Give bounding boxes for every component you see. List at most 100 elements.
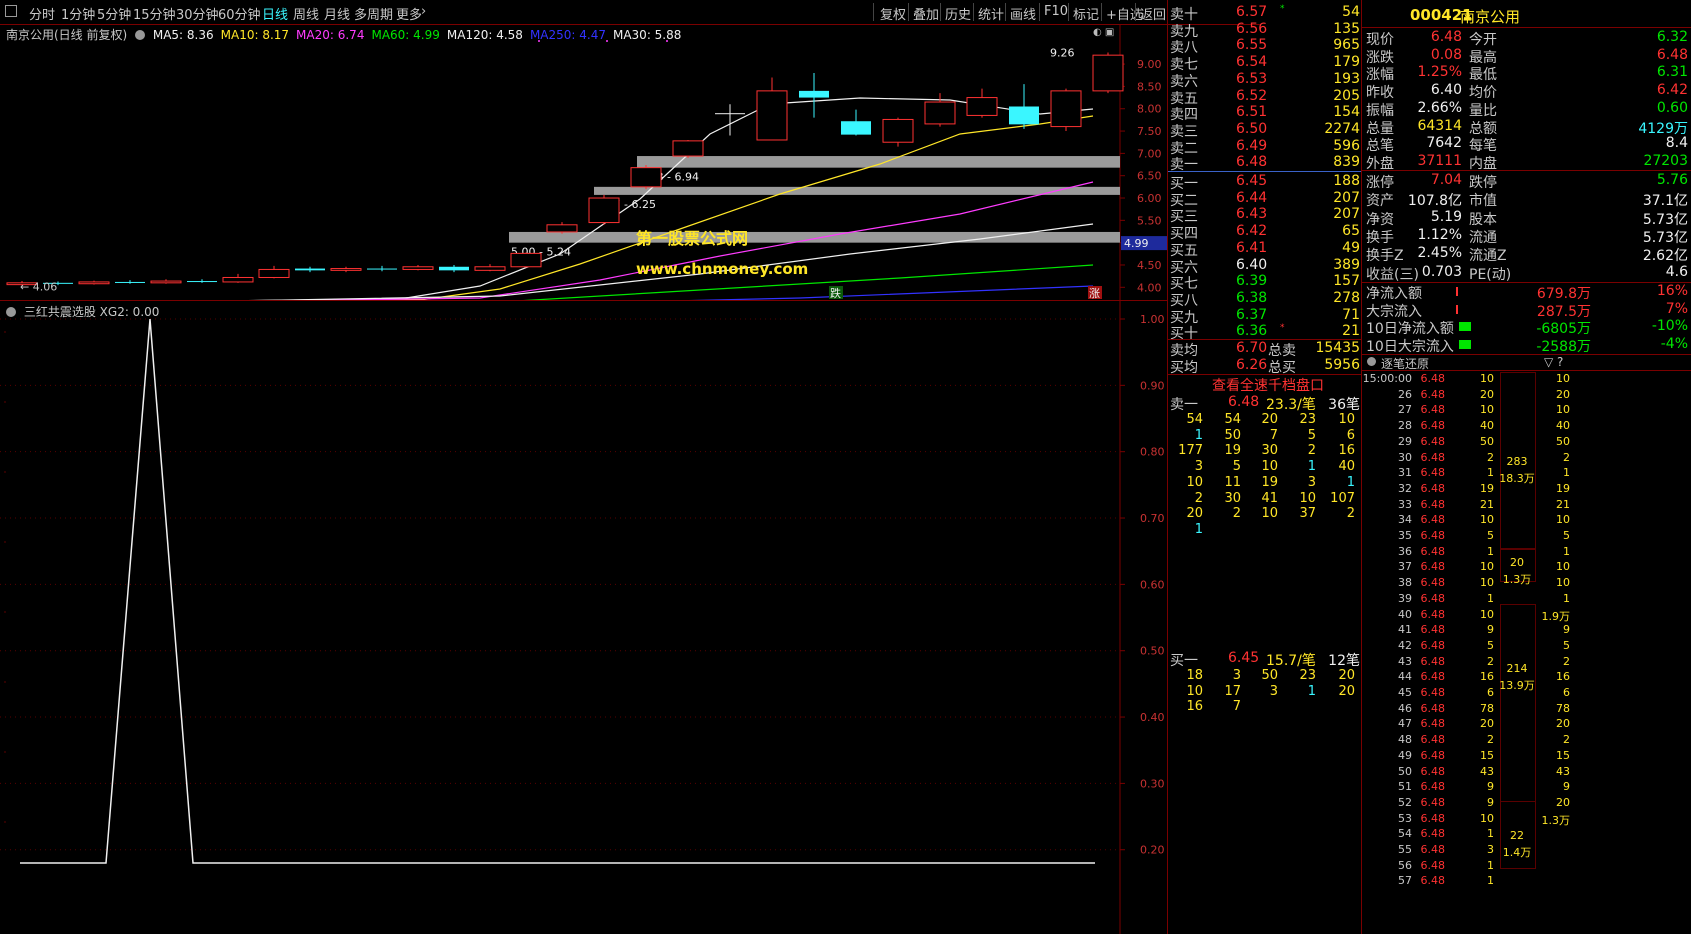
tick-col2-value: 1 xyxy=(1563,466,1570,480)
level-price: 6.38 xyxy=(1236,289,1268,306)
tick-row: 38 6.48 10 xyxy=(1398,576,1494,590)
price-axis-label: 4.00 xyxy=(1137,281,1162,294)
tick-row: 41 6.48 9 xyxy=(1398,623,1494,637)
queue-volume: 23 xyxy=(1299,412,1316,427)
tick-col2-value: 40 xyxy=(1556,419,1570,433)
level-price: 6.37 xyxy=(1236,306,1268,323)
chart-window-buttons[interactable]: ◐ ▣ xyxy=(1093,27,1114,38)
bid-row[interactable]: 买六 6.40 389 xyxy=(1170,256,1360,276)
toolbar-action-button[interactable]: F10 xyxy=(1044,4,1068,19)
toolbar-action-button[interactable]: 返回 xyxy=(1140,4,1166,23)
tick-row: 48 6.48 2 xyxy=(1398,733,1494,747)
ask-row[interactable]: 卖四 6.51 154 xyxy=(1170,104,1360,123)
queue-volume: 2 xyxy=(1232,506,1241,522)
ask-row[interactable]: 卖十 6.57 * 54 xyxy=(1170,4,1360,23)
tick-row: 27 6.48 10 xyxy=(1398,403,1494,417)
period-tab[interactable]: 分时 xyxy=(29,4,55,23)
indicator-toggle-icon[interactable] xyxy=(6,307,16,317)
period-tab[interactable]: 多周期 xyxy=(354,4,393,23)
ask-row[interactable]: 卖九 6.56 135 xyxy=(1170,21,1360,40)
filter-icon[interactable]: ▽ ? xyxy=(1544,355,1563,369)
tick-row: 33 6.48 21 xyxy=(1398,497,1494,511)
period-tab[interactable]: 15分钟 xyxy=(133,4,176,23)
tick-group-amount: 18.3万 xyxy=(1499,472,1535,485)
tick-row: 49 6.48 15 xyxy=(1398,748,1494,762)
toolbar-action-button[interactable]: +自选 xyxy=(1106,4,1143,23)
period-tab[interactable]: 30分钟 xyxy=(176,4,219,23)
level-price: 6.42 xyxy=(1236,223,1268,240)
period-tab[interactable]: 60分钟 xyxy=(218,4,261,23)
period-tab[interactable]: 日线 xyxy=(262,4,288,23)
panel-toggle-icon[interactable] xyxy=(5,5,17,17)
bid-row[interactable]: 买五 6.41 49 xyxy=(1170,240,1360,259)
bid-row[interactable]: 买九 6.37 71 xyxy=(1170,306,1360,326)
bid-row[interactable]: 买四 6.42 65 xyxy=(1170,223,1360,242)
ask-row[interactable]: 卖三 6.50 2274 xyxy=(1170,121,1360,140)
toolbar-action-button[interactable]: 复权 xyxy=(880,4,906,23)
bid-row[interactable]: 买八 6.38 278 xyxy=(1170,289,1360,309)
toolbar-action-button[interactable]: 画线 xyxy=(1010,4,1036,23)
full-depth-link[interactable]: 查看全速千档盘口 xyxy=(1212,375,1324,395)
quote-row: 涨跌 0.08 最高 6.48 xyxy=(1366,46,1688,66)
period-tab[interactable]: 月线 xyxy=(324,4,350,23)
ask-row[interactable]: 卖八 6.55 965 xyxy=(1170,37,1360,56)
buy1-queue-header: 买一 6.45 15.7/笔 12笔 xyxy=(1170,650,1360,669)
period-tab[interactable]: 5分钟 xyxy=(97,4,131,23)
bid-row[interactable]: 买十 6.36 * 21 xyxy=(1170,323,1360,342)
level-price: 6.53 xyxy=(1236,70,1268,87)
queue-volume: 10 xyxy=(1299,490,1316,506)
queue-volume: 20 xyxy=(1186,506,1203,522)
queue-volume: 37 xyxy=(1299,506,1316,522)
level-volume: 389 xyxy=(1333,256,1360,273)
toolbar-action-button[interactable]: 历史 xyxy=(945,4,971,23)
bid-row[interactable]: 买二 6.44 207 xyxy=(1170,190,1360,209)
candle-body xyxy=(150,280,182,284)
bid-row[interactable]: 买七 6.39 157 xyxy=(1170,273,1360,292)
indicator-axis-label: 0.40 xyxy=(1140,711,1165,724)
ask-row[interactable]: 卖一 6.48 839 xyxy=(1170,154,1360,173)
ask-row[interactable]: 卖六 6.53 193 xyxy=(1170,70,1360,90)
candle-body xyxy=(367,268,397,270)
tick-row: 31 6.48 1 xyxy=(1398,466,1494,480)
period-tab[interactable]: 1分钟 xyxy=(61,4,95,23)
queue-volume: 10 xyxy=(1186,474,1203,490)
period-tab[interactable]: 更多 xyxy=(396,4,422,23)
chevron-right-icon[interactable]: › xyxy=(421,4,426,19)
ask-row[interactable]: 卖五 6.52 205 xyxy=(1170,87,1360,107)
candle-body xyxy=(1009,106,1039,125)
period-tab[interactable]: 周线 xyxy=(293,4,319,23)
tick-row: 56 6.48 1 xyxy=(1398,858,1494,872)
watermark-url: www.chnmoney.com xyxy=(636,260,808,278)
queue-volume: 20 xyxy=(1261,412,1278,427)
flow-bar xyxy=(1456,304,1458,314)
queue-volume: 16 xyxy=(1338,443,1355,459)
level-volume: 965 xyxy=(1333,37,1360,54)
tick-col2-value: 6 xyxy=(1563,686,1570,699)
toolbar-action-button[interactable]: 统计 xyxy=(978,4,1004,23)
candle-body xyxy=(258,268,290,278)
bid-row[interactable]: 买三 6.43 207 xyxy=(1170,206,1360,225)
level-volume: 193 xyxy=(1333,70,1360,87)
toolbar-action-button[interactable]: 叠加 xyxy=(913,4,939,23)
ask-row[interactable]: 卖七 6.54 179 xyxy=(1170,54,1360,73)
bid-row[interactable]: 买一 6.45 188 xyxy=(1170,173,1360,192)
ma-legend-item: MA60: 4.99 xyxy=(371,28,440,42)
price-axis-label: 7.50 xyxy=(1137,125,1162,138)
indicator-axis-label: 0.90 xyxy=(1140,379,1165,392)
tick-toggle-icon[interactable] xyxy=(1367,357,1376,366)
tick-group-amount: 1.4万 xyxy=(1502,846,1532,859)
tick-col2-value: 78 xyxy=(1556,701,1570,715)
queue-volume: 3 xyxy=(1307,474,1316,490)
legend-toggle-icon[interactable] xyxy=(135,30,146,40)
tick-group-amount: 13.9万 xyxy=(1499,679,1535,692)
low-price-label: ← 4.06 xyxy=(20,281,57,294)
ask-row[interactable]: 卖二 6.49 596 xyxy=(1170,138,1360,157)
level-volume: 157 xyxy=(1333,273,1360,290)
level-volume: 205 xyxy=(1333,87,1360,104)
indicator-title: 三红共震选股 xyxy=(23,305,96,319)
toolbar-action-button[interactable]: 标记 xyxy=(1073,4,1099,23)
queue-volume: 2 xyxy=(1346,506,1355,522)
quote-row: 外盘 37111 内盘 27203 xyxy=(1366,152,1688,172)
level-volume: 207 xyxy=(1333,206,1360,223)
queue-volume: 30 xyxy=(1224,490,1241,506)
